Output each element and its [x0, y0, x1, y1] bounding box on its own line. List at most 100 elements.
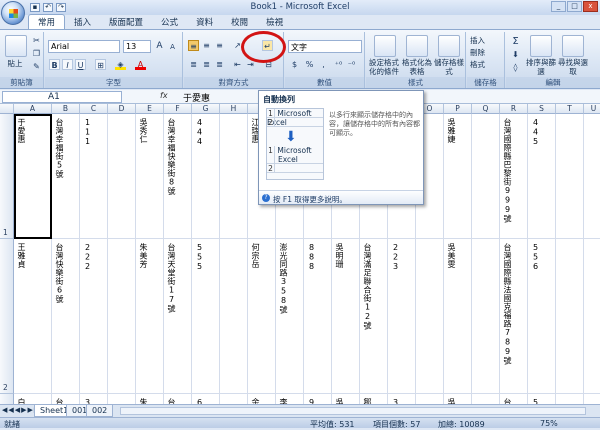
column-header-G[interactable]: G: [192, 104, 220, 114]
number-format-select[interactable]: 文字: [288, 40, 362, 53]
cell-J2[interactable]: 澎光同路358號: [279, 243, 288, 314]
cell-styles-button[interactable]: 儲存格樣式: [433, 58, 465, 76]
column-header-Q[interactable]: Q: [472, 104, 500, 114]
cell-N2[interactable]: 223: [391, 243, 400, 272]
underline-button[interactable]: U: [75, 59, 86, 70]
font-size-select[interactable]: 13: [123, 40, 151, 53]
tab-home[interactable]: 常用: [28, 14, 66, 29]
find-select-button[interactable]: 尋找與選取: [558, 58, 588, 76]
column-header-F[interactable]: F: [164, 104, 192, 114]
column-header-H[interactable]: H: [220, 104, 248, 114]
shrink-font-button[interactable]: A: [167, 42, 178, 53]
cell-S2[interactable]: 556: [531, 243, 540, 272]
delete-cells-button[interactable]: 刪除: [470, 48, 504, 57]
column-header-R[interactable]: R: [500, 104, 528, 114]
column-header-S[interactable]: S: [528, 104, 556, 114]
cell-P1[interactable]: 吳雅婕: [447, 118, 456, 144]
cell-G2[interactable]: 555: [195, 243, 204, 272]
decrease-indent-icon[interactable]: ⇤: [232, 59, 243, 70]
cell-E1[interactable]: 吳秀仁: [139, 118, 148, 144]
cell-C1[interactable]: 111: [83, 118, 92, 147]
cell-styles-icon[interactable]: [438, 35, 460, 57]
maximize-button[interactable]: □: [567, 1, 582, 12]
cell-A2[interactable]: 王雅貞: [17, 243, 26, 269]
align-right-icon[interactable]: ≣: [214, 59, 225, 70]
sort-filter-icon[interactable]: [530, 35, 552, 57]
insert-function-button[interactable]: fx: [160, 91, 168, 100]
horizontal-scrollbar[interactable]: [120, 407, 586, 415]
tab-formulas[interactable]: 公式: [152, 15, 187, 29]
find-select-icon[interactable]: [562, 35, 584, 57]
font-name-select[interactable]: Arial: [48, 40, 120, 53]
paste-button-label[interactable]: 貼上: [3, 59, 27, 68]
column-header-A[interactable]: A: [14, 104, 52, 114]
align-left-icon[interactable]: ≣: [188, 59, 199, 70]
row-header-1[interactable]: 1: [0, 114, 14, 239]
format-as-table-icon[interactable]: [406, 35, 428, 57]
comma-button[interactable]: ,: [318, 59, 329, 70]
borders-icon[interactable]: ⊞: [95, 59, 106, 70]
column-header-B[interactable]: B: [52, 104, 80, 114]
column-header-D[interactable]: D: [108, 104, 136, 114]
font-color-icon[interactable]: A: [135, 59, 146, 70]
format-as-table-button[interactable]: 格式化為表格: [401, 58, 433, 76]
align-bottom-icon[interactable]: ≡: [214, 40, 225, 51]
cell-I2[interactable]: 何宗岳: [251, 243, 260, 269]
cell-F2[interactable]: 台灣天堂街17號: [167, 243, 176, 313]
cell-F1[interactable]: 台灣幸福快樂街8號: [167, 118, 176, 196]
clear-icon[interactable]: ◊: [510, 62, 521, 73]
currency-button[interactable]: $: [289, 59, 300, 70]
formula-input[interactable]: 于愛惠: [183, 91, 210, 104]
tab-view[interactable]: 檢視: [257, 15, 292, 29]
autosum-button[interactable]: Σ: [510, 36, 521, 47]
conditional-format-icon[interactable]: [374, 35, 396, 57]
increase-decimal-icon[interactable]: ⁺⁰: [333, 59, 344, 70]
insert-cells-button[interactable]: 插入: [470, 36, 504, 45]
tab-insert[interactable]: 插入: [65, 15, 100, 29]
column-header-E[interactable]: E: [136, 104, 164, 114]
cell-K2[interactable]: 888: [307, 243, 316, 272]
office-button[interactable]: [1, 1, 25, 25]
tab-review[interactable]: 校閱: [222, 15, 257, 29]
sort-filter-button[interactable]: 排序與篩選: [526, 58, 556, 76]
name-box[interactable]: A1: [2, 91, 122, 103]
cell-B2[interactable]: 台灣快樂街6號: [55, 243, 64, 304]
align-top-icon[interactable]: ≡: [188, 40, 199, 51]
cell-C2[interactable]: 222: [83, 243, 92, 272]
cell-B1[interactable]: 台灣幸福街5號: [55, 118, 64, 179]
format-painter-icon[interactable]: ✎: [31, 61, 42, 72]
column-header-T[interactable]: T: [556, 104, 584, 114]
tab-page-layout[interactable]: 版面配置: [100, 15, 152, 29]
cell-R2[interactable]: 台灣國際縣法國克福路789號: [503, 243, 512, 365]
paste-icon[interactable]: [5, 35, 27, 57]
column-header-U[interactable]: U: [584, 104, 600, 114]
cell-G1[interactable]: 444: [195, 118, 204, 147]
minimize-button[interactable]: _: [551, 1, 566, 12]
row-header-3[interactable]: 3: [0, 394, 14, 404]
italic-button[interactable]: I: [62, 59, 73, 70]
cell-R1[interactable]: 台灣國際縣巴黎街999號: [503, 118, 512, 223]
align-middle-icon[interactable]: ≡: [201, 40, 212, 51]
decrease-decimal-icon[interactable]: ⁻⁰: [346, 59, 357, 70]
select-all-corner[interactable]: [0, 104, 14, 114]
format-cells-button[interactable]: 格式: [470, 60, 504, 69]
bold-button[interactable]: B: [49, 59, 60, 70]
cell-L2[interactable]: 吳明珊: [335, 243, 344, 269]
fill-color-icon[interactable]: ◈: [115, 59, 126, 70]
column-header-P[interactable]: P: [444, 104, 472, 114]
row-header-2[interactable]: 2: [0, 239, 14, 394]
percent-button[interactable]: %: [304, 59, 315, 70]
grow-font-button[interactable]: A: [154, 41, 165, 52]
cell-M2[interactable]: 台灣滿足聯合街12號: [363, 243, 372, 330]
column-header-C[interactable]: C: [80, 104, 108, 114]
zoom-level[interactable]: 75%: [540, 419, 558, 428]
cell-P2[interactable]: 吳美雯: [447, 243, 456, 269]
close-button[interactable]: x: [583, 1, 598, 12]
sheet-tab-3[interactable]: 002: [86, 405, 114, 417]
cell-E2[interactable]: 朱美芳: [139, 243, 148, 269]
cut-icon[interactable]: ✂: [31, 35, 42, 46]
cell-A1[interactable]: 于愛惠: [17, 118, 26, 144]
cell-S1[interactable]: 445: [531, 118, 540, 147]
conditional-format-button[interactable]: 設定格式化的條件: [367, 58, 401, 76]
copy-icon[interactable]: ❐: [31, 48, 42, 59]
